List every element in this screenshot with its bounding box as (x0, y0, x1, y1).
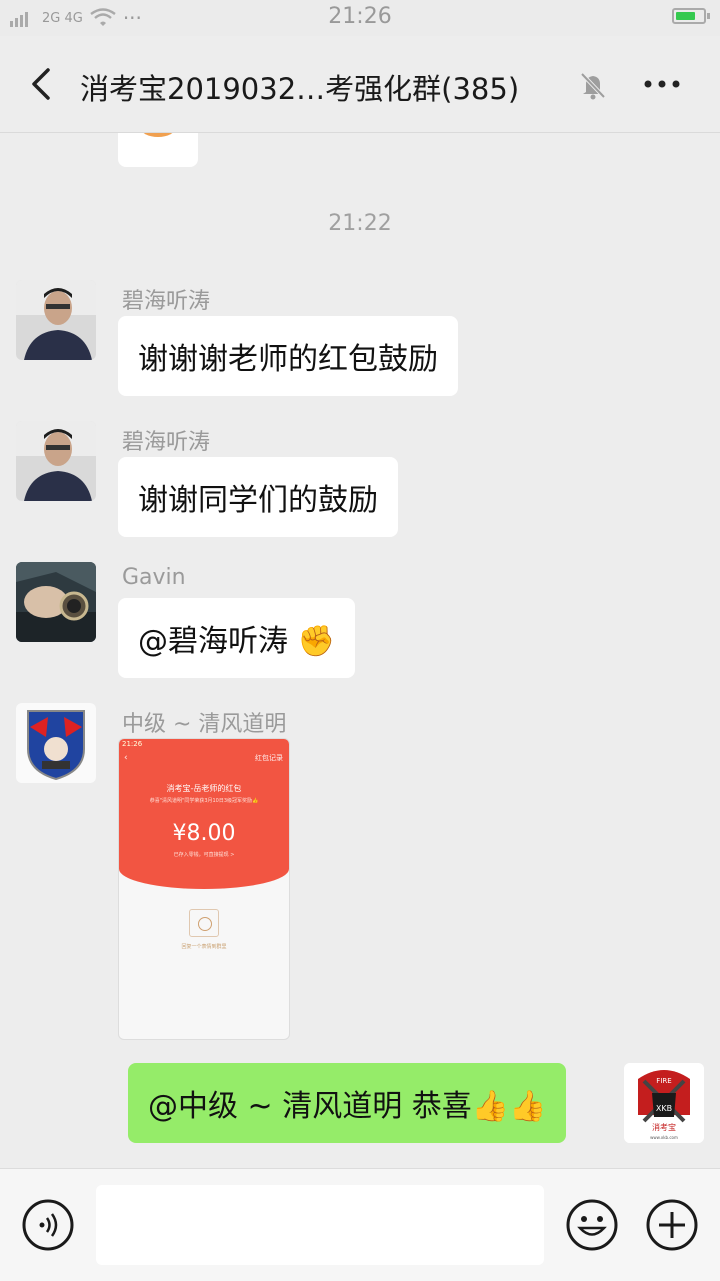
red-packet-back-icon: ‹ (124, 753, 128, 763)
avatar[interactable] (16, 280, 96, 360)
self-message-bubble[interactable]: @中级 ~ 清风道明 恭喜👍👍 (128, 1063, 567, 1143)
red-packet-screenshot[interactable]: 21:26 ‹ 红包记录 消考宝-岳老师的红包 恭喜"清风道明"同学荣获3月10… (118, 738, 290, 1040)
group-title: 消考宝2019032…考强化群(385) (80, 72, 520, 106)
avatar[interactable] (16, 562, 96, 642)
avatar[interactable] (16, 421, 96, 501)
svg-text:www.xkb.com: www.xkb.com (650, 1135, 678, 1140)
handshake-emoji-icon (143, 133, 173, 137)
battery-icon (672, 8, 710, 24)
red-packet-from: 消考宝-岳老师的红包 (166, 784, 242, 793)
red-packet-reply-icon (189, 909, 219, 937)
red-packet-amount: ¥8.00 (172, 821, 236, 846)
red-packet-header: 21:26 ‹ 红包记录 消考宝-岳老师的红包 恭喜"清风道明"同学荣获3月10… (119, 739, 289, 889)
back-arrow-icon[interactable] (26, 66, 62, 102)
red-packet-record-label: 红包记录 (255, 754, 283, 762)
mute-bell-icon[interactable] (578, 70, 608, 100)
sender-name: 中级 ~ 清风道明 (122, 712, 287, 737)
message-bubble[interactable]: @碧海听涛 ✊ (118, 598, 355, 678)
red-packet-time: 21:26 (122, 740, 143, 748)
svg-text:消考宝: 消考宝 (652, 1122, 676, 1132)
time-divider: 21:22 (328, 211, 392, 236)
message-input[interactable] (96, 1185, 544, 1265)
message-bubble[interactable]: 谢谢谢老师的红包鼓励 (118, 316, 458, 396)
voice-input-icon[interactable] (22, 1199, 74, 1251)
chat-header: 消考宝2019032…考强化群(385) (0, 36, 720, 133)
more-options-icon[interactable] (640, 66, 684, 102)
input-bar (0, 1168, 720, 1281)
status-time: 21:26 (328, 4, 392, 29)
avatar[interactable] (16, 703, 96, 783)
red-packet-note: 已存入零钱，可直接提现 > (173, 852, 235, 858)
svg-text:FIRE: FIRE (656, 1077, 671, 1085)
sender-name: 碧海听涛 (122, 430, 211, 455)
self-avatar[interactable]: FIRE XKB 消考宝 www.xkb.com (624, 1063, 704, 1143)
red-packet-blessing: 恭喜"清风道明"同学荣获3月10日3级冠军奖励👍 (149, 798, 259, 804)
sender-name: 碧海听涛 (122, 289, 211, 314)
previous-message-bubble[interactable] (118, 133, 198, 167)
chat-area[interactable]: 21:22 碧海听涛 谢谢谢老师的红包鼓励 碧海听涛 谢谢同学们的鼓励 Gavi… (0, 133, 720, 1168)
add-plus-icon[interactable] (646, 1199, 698, 1251)
svg-text:XKB: XKB (656, 1104, 672, 1113)
sender-name: Gavin (122, 565, 186, 590)
message-bubble[interactable]: 谢谢同学们的鼓励 (118, 457, 398, 537)
emoji-icon[interactable] (566, 1199, 618, 1251)
status-bar: 2G 4G ··· 21:26 (0, 0, 720, 36)
red-packet-reply-label: 回复一个表情到群里 (181, 944, 227, 950)
